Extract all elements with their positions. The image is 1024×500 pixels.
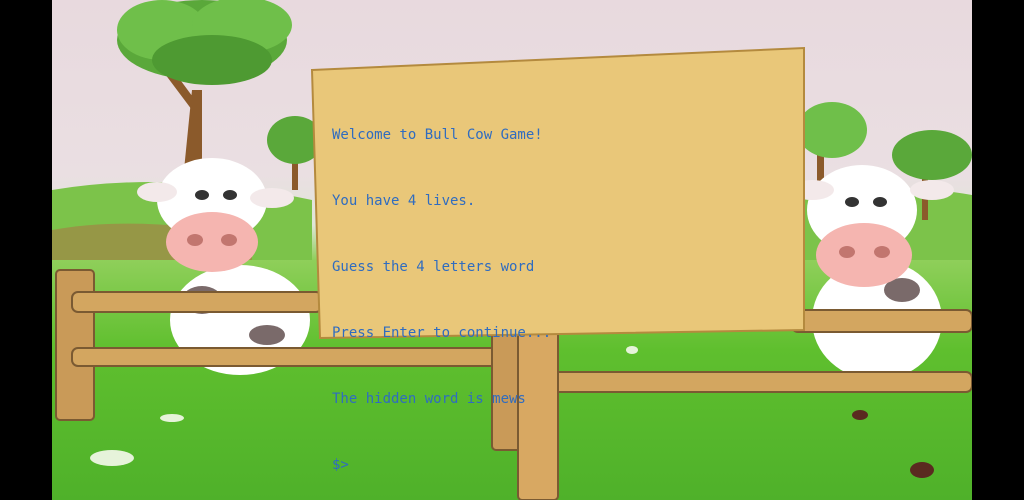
- terminal-line-welcome: Welcome to Bull Cow Game!: [332, 127, 543, 143]
- terminal-line-hidden-word: The hidden word is mews: [332, 391, 526, 407]
- dirt-spot: [910, 462, 934, 478]
- terminal-line-continue: Press Enter to continue...: [332, 325, 552, 341]
- terminal-line-lives: You have 4 lives.: [332, 193, 476, 209]
- terminal-display[interactable]: Welcome to Bull Cow Game! You have 4 liv…: [332, 80, 812, 500]
- terminal-prompt[interactable]: $>: [332, 454, 812, 476]
- dirt-spot: [852, 410, 868, 420]
- cow-right: [790, 165, 954, 380]
- grass-highlight: [160, 414, 184, 422]
- terminal-line-guess: Guess the 4 letters word: [332, 259, 535, 275]
- grass-highlight: [90, 450, 134, 466]
- cow-left: [137, 158, 310, 375]
- game-viewport[interactable]: Welcome to Bull Cow Game! You have 4 liv…: [52, 0, 972, 500]
